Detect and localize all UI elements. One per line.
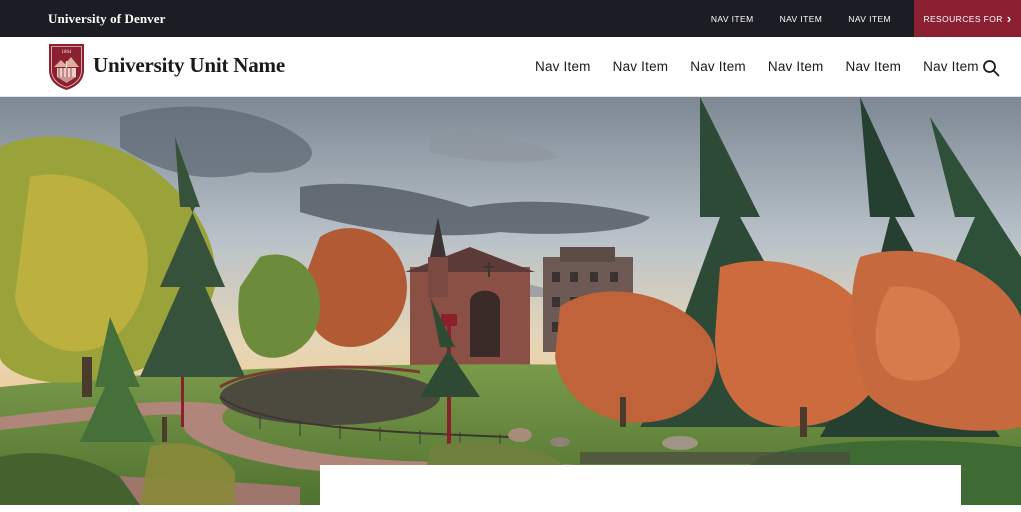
chevron-right-icon: › (1006, 11, 1012, 26)
unit-name-title[interactable]: University Unit Name (93, 53, 285, 78)
hero-image (0, 97, 1021, 505)
main-nav-item-2[interactable]: Nav Item (613, 59, 669, 74)
resources-for-label: RESOURCES FOR (923, 13, 1003, 24)
utility-nav-item-1[interactable]: NAV ITEM (711, 14, 754, 24)
university-shield-logo: 1864 (49, 44, 84, 90)
campus-photo (0, 97, 1021, 505)
resources-for-button[interactable]: RESOURCES FOR › (914, 0, 1021, 37)
utility-nav-item-2[interactable]: NAV ITEM (780, 14, 823, 24)
utility-nav-item-3[interactable]: NAV ITEM (848, 14, 891, 24)
main-nav: Nav Item Nav Item Nav Item Nav Item Nav … (535, 59, 1001, 74)
site-header: 1864 University Unit Name Nav Item Nav I… (0, 37, 1021, 97)
utility-bar: University of Denver NAV ITEM NAV ITEM N… (0, 0, 1021, 37)
content-card (320, 465, 961, 512)
main-nav-item-6[interactable]: Nav Item (923, 59, 979, 74)
main-nav-item-5[interactable]: Nav Item (846, 59, 902, 74)
utility-nav: NAV ITEM NAV ITEM NAV ITEM (685, 0, 891, 37)
search-icon[interactable] (982, 59, 1000, 77)
main-nav-item-1[interactable]: Nav Item (535, 59, 591, 74)
svg-text:1864: 1864 (62, 50, 73, 55)
university-home-link[interactable]: University of Denver (48, 11, 166, 27)
main-nav-item-3[interactable]: Nav Item (690, 59, 746, 74)
main-nav-item-4[interactable]: Nav Item (768, 59, 824, 74)
